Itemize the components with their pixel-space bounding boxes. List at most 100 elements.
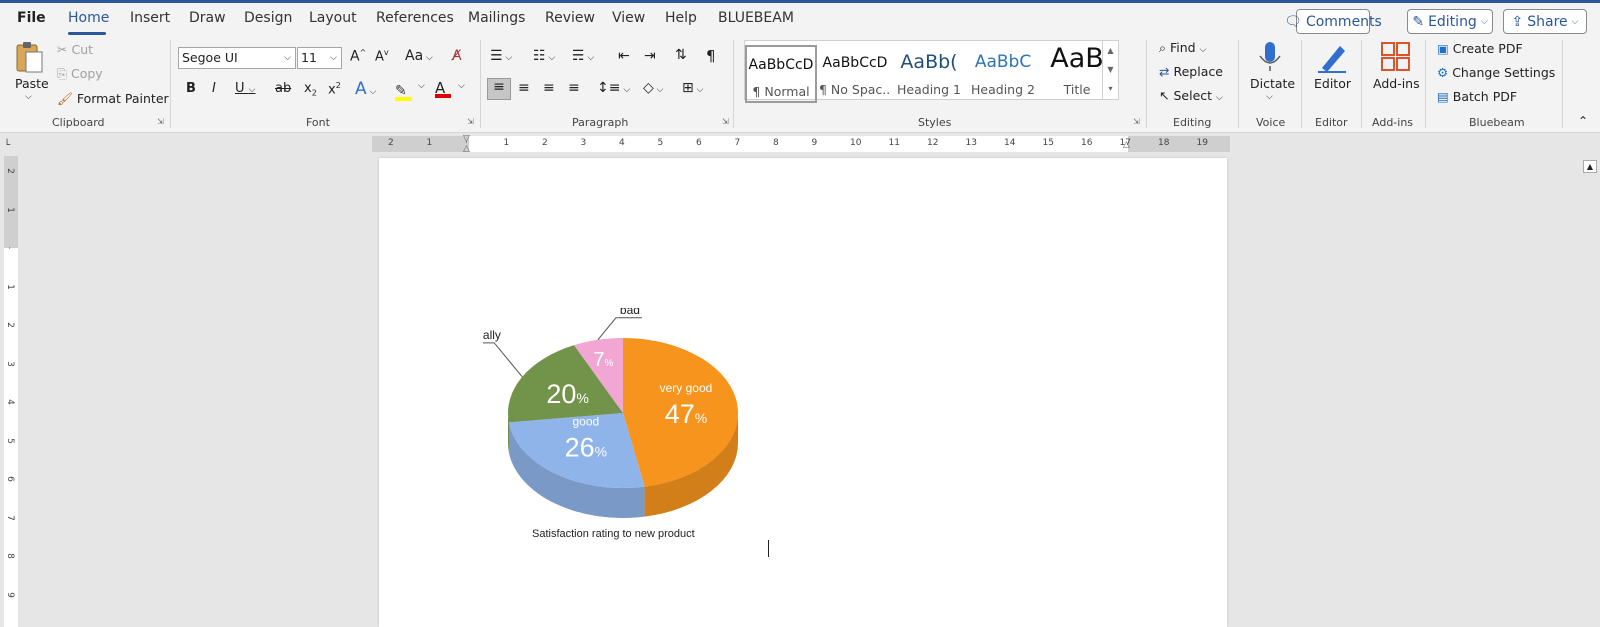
dictate-button[interactable]: Dictate ⌵	[1248, 40, 1295, 106]
decrease-indent-icon[interactable]: ⇤	[618, 48, 630, 64]
dialog-launcher-icon[interactable]: ⇲	[157, 117, 164, 126]
shrink-font-button[interactable]: Av	[375, 48, 389, 64]
style-name: ¶ Normal	[752, 84, 810, 99]
chevron-down-icon[interactable]: ⌵	[458, 81, 465, 91]
pie-chart: 47%very good26%good20%7%usuallybad	[483, 308, 738, 518]
chevron-down-icon: ⌵	[1199, 45, 1207, 55]
create-pdf-button[interactable]: ▣ Create PDF	[1437, 41, 1523, 56]
left-indent-marker[interactable]: △	[463, 144, 470, 154]
editor-pen-icon	[1318, 46, 1346, 73]
align-left-icon[interactable]: ≡	[487, 78, 511, 100]
style-no-spacing[interactable]: AaBbCcD ¶ No Spac...	[819, 45, 891, 103]
format-painter-button[interactable]: 🖌 Format Painter	[57, 91, 169, 107]
dialog-launcher-icon[interactable]: ⇲	[722, 117, 729, 126]
ruler-number: 1	[503, 138, 510, 148]
strikethrough-button[interactable]: ab	[275, 81, 291, 96]
style-heading-2[interactable]: AaBbC Heading 2	[967, 45, 1039, 103]
copy-label: Copy	[71, 66, 103, 81]
highlighter-icon: ✎	[395, 83, 407, 99]
superscript-button[interactable]: x2	[328, 81, 341, 97]
comments-label: Comments	[1305, 13, 1382, 30]
slice-callout-label: bad	[620, 308, 640, 317]
shading-icon[interactable]: ◇ ⌵	[643, 80, 663, 96]
group-label-add-ins: Add-ins	[1372, 116, 1414, 129]
editor-button[interactable]: Editor	[1310, 40, 1354, 106]
batch-pdf-button[interactable]: ▤ Batch PDF	[1437, 89, 1517, 104]
style-heading-1[interactable]: AaBb( Heading 1	[893, 45, 965, 103]
find-button[interactable]: ⌕ Find ⌵	[1159, 40, 1206, 56]
vertical-scrollbar[interactable]: ▲	[1580, 158, 1600, 627]
tab-review[interactable]: Review	[545, 10, 595, 26]
replace-button[interactable]: ⇄ Replace	[1159, 64, 1223, 79]
scroll-up-icon[interactable]: ▲	[1583, 160, 1597, 173]
tab-bluebeam[interactable]: BLUEBEAM	[718, 10, 794, 26]
styles-scroll-buttons[interactable]: ▲ ▼ ▾	[1102, 41, 1118, 99]
right-indent-marker[interactable]: △	[1123, 140, 1130, 150]
horizontal-ruler[interactable]: 2 1 · 1 2 3 4 5 6 7 8 9 10 11 12 13 14 15 16 17 18 19 ▽ △ △	[372, 134, 1230, 154]
chevron-down-icon[interactable]: ⌵	[418, 81, 425, 91]
grow-font-button[interactable]: A^	[350, 48, 366, 65]
tab-layout[interactable]: Layout	[309, 10, 357, 26]
first-line-indent-marker[interactable]: ▽	[463, 134, 470, 144]
tab-design[interactable]: Design	[244, 10, 292, 26]
underline-button[interactable]: U ⌵	[235, 81, 255, 96]
share-label: Share	[1527, 13, 1568, 30]
multilevel-list-icon[interactable]: ☴ ⌵	[572, 48, 594, 64]
tab-references[interactable]: References	[376, 10, 454, 26]
comments-button[interactable]: 🗨 Comments	[1284, 9, 1382, 34]
increase-indent-icon[interactable]: ⇥	[644, 48, 656, 64]
font-color-icon: A	[435, 79, 446, 97]
tab-selector-icon[interactable]: └	[4, 140, 16, 152]
group-divider	[1238, 40, 1239, 128]
align-center-icon[interactable]: ≡	[518, 80, 530, 96]
line-spacing-icon[interactable]: ↕≡ ⌵	[597, 80, 630, 96]
callout-line	[483, 342, 523, 378]
pilcrow-icon[interactable]: ¶	[706, 47, 716, 65]
bold-button[interactable]: B	[186, 81, 196, 96]
dialog-launcher-icon[interactable]: ⇲	[1133, 117, 1140, 126]
group-label-font: Font	[306, 116, 330, 129]
change-settings-button[interactable]: ⚙ Change Settings	[1437, 65, 1555, 80]
copy-button[interactable]: ⎘ Copy	[57, 66, 103, 82]
align-right-icon[interactable]: ≡	[543, 80, 555, 96]
subscript-button[interactable]: x2	[304, 81, 317, 98]
numbering-icon[interactable]: ☷ ⌵	[533, 48, 555, 64]
highlight-color-button[interactable]: ✎	[395, 80, 412, 101]
vertical-ruler[interactable]: 2 1 · 1 2 3 4 5 6 7 8 9	[3, 156, 18, 627]
group-divider	[1562, 40, 1563, 128]
tab-insert[interactable]: Insert	[130, 10, 170, 26]
tab-file[interactable]: File	[17, 10, 46, 26]
style-normal[interactable]: AaBbCcD ¶ Normal	[745, 45, 817, 103]
italic-button[interactable]: I	[212, 81, 216, 96]
justify-icon[interactable]: ≡	[568, 80, 580, 96]
cut-button[interactable]: ✂ Cut	[57, 42, 93, 57]
document-page[interactable]: 47%very good26%good20%7%usuallybad Satis…	[379, 158, 1227, 627]
tab-home[interactable]: Home	[68, 10, 109, 26]
tab-mailings[interactable]: Mailings	[468, 10, 525, 26]
select-label: Select	[1173, 88, 1213, 103]
tab-help[interactable]: Help	[665, 10, 697, 26]
add-ins-button[interactable]: Add-ins	[1370, 40, 1420, 106]
sort-icon[interactable]: ⇅	[675, 47, 687, 63]
editing-mode-button[interactable]: ✎ Editing ⌵	[1407, 9, 1493, 34]
clear-formatting-icon[interactable]: A̸	[452, 48, 462, 64]
font-name-combobox[interactable]: Segoe UI ⌵	[178, 47, 296, 69]
chevron-down-icon: ⌵	[330, 53, 337, 63]
tab-draw[interactable]: Draw	[189, 10, 226, 26]
select-button[interactable]: ↖ Select ⌵	[1159, 88, 1223, 103]
group-label-editor: Editor	[1315, 116, 1348, 129]
paste-button[interactable]: Paste ⌵	[12, 40, 49, 106]
bullets-icon[interactable]: ☰ ⌵	[490, 48, 512, 64]
collapse-ribbon-icon[interactable]: ⌃	[1578, 114, 1588, 128]
tab-view[interactable]: View	[612, 10, 645, 26]
dialog-launcher-icon[interactable]: ⇲	[467, 117, 474, 126]
borders-icon[interactable]: ⊞ ⌵	[682, 80, 703, 96]
text-effects-icon[interactable]: A ⌵	[355, 79, 376, 99]
ruler-number: 16	[1081, 138, 1093, 148]
font-size-combobox[interactable]: 11 ⌵	[297, 47, 342, 69]
change-settings-label: Change Settings	[1452, 65, 1556, 80]
change-case-button[interactable]: Aa ⌵	[405, 48, 433, 64]
font-color-button[interactable]: A	[435, 78, 451, 98]
ruler-margin-left	[372, 136, 469, 152]
share-button[interactable]: ⇪ Share ⌵	[1503, 9, 1587, 34]
